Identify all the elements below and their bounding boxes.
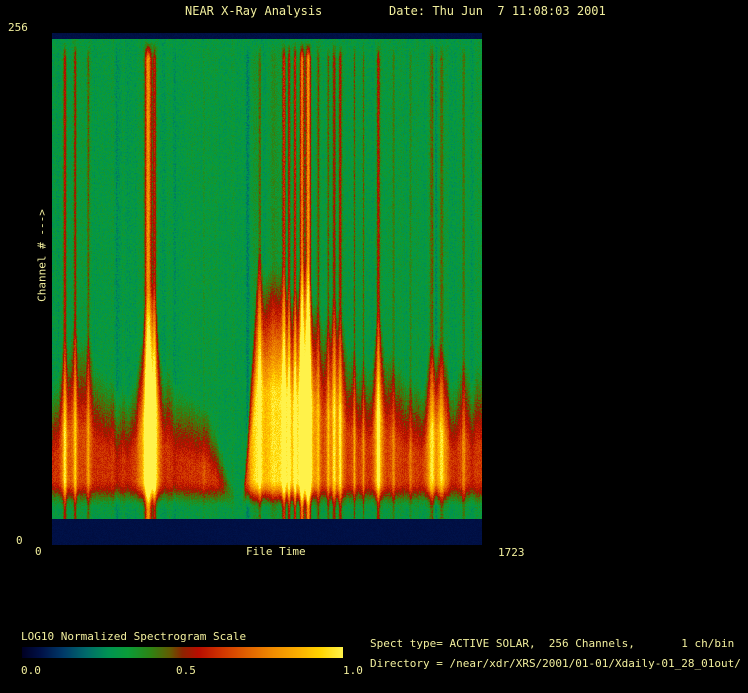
y-axis-max-label: 256 xyxy=(8,21,28,34)
x-axis-title: File Time xyxy=(246,545,306,558)
window-title: NEAR X-Ray Analysis xyxy=(185,4,323,18)
x-axis-min-label: 0 xyxy=(35,545,42,558)
y-axis-min-label: 0 xyxy=(16,534,23,547)
x-axis-max-label: 1723 xyxy=(498,546,525,559)
y-axis-title: Channel # ---> xyxy=(35,209,49,302)
colorbar-tick-min: 0.0 xyxy=(21,664,41,677)
spect-type-line: Spect type= ACTIVE SOLAR, 256 Channels, … xyxy=(370,637,735,650)
near-xray-analysis-screen: { "header": { "title": "NEAR X-Ray Analy… xyxy=(0,0,748,693)
header-date: Date: Thu Jun 7 11:08:03 2001 xyxy=(389,4,606,18)
colorbar-tick-max: 1.0 xyxy=(343,664,363,677)
colorbar-gradient xyxy=(22,647,343,658)
colorbar-tick-mid: 0.5 xyxy=(176,664,196,677)
colorbar-label: LOG10 Normalized Spectrogram Scale xyxy=(21,630,247,643)
directory-line: Directory = /near/xdr/XRS/2001/01-01/Xda… xyxy=(370,657,741,670)
spectrogram-canvas xyxy=(52,33,482,545)
